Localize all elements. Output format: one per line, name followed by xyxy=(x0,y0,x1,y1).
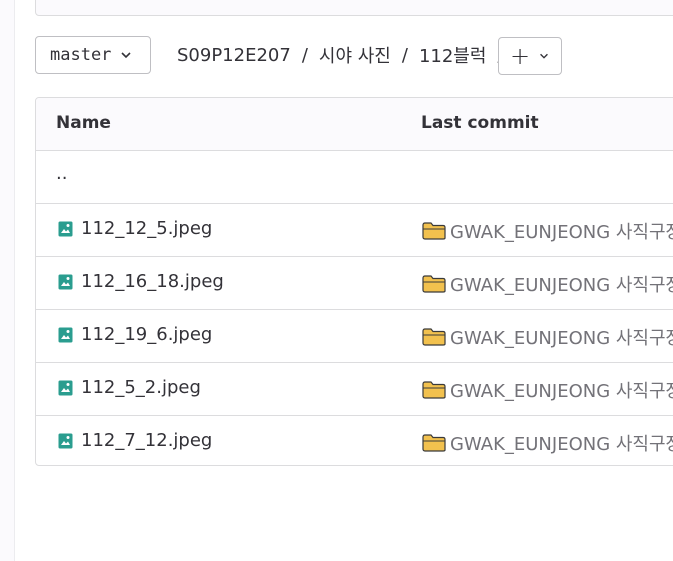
table-row[interactable]: 112_19_6.jpeg GWAK_EUNJEONG 사직구장 xyxy=(36,310,673,363)
column-header-name: Name xyxy=(56,113,111,133)
commit-message-link[interactable]: GWAK_EUNJEONG 사직구장 xyxy=(450,430,673,456)
file-name-link[interactable]: 112_16_18.jpeg xyxy=(81,271,224,292)
folder-icon xyxy=(422,381,446,399)
table-row[interactable]: 112_7_12.jpeg GWAK_EUNJEONG 사직구장 xyxy=(36,416,673,465)
chevron-down-icon xyxy=(540,53,548,59)
file-tree-table: Name Last commit .. 112_12_5.jpeg GWAK_E… xyxy=(35,97,673,466)
breadcrumb-item-subfolder[interactable]: 112블럭 xyxy=(419,42,486,68)
commit-message-link[interactable]: GWAK_EUNJEONG 사직구장 xyxy=(450,324,673,350)
image-file-icon xyxy=(58,274,73,289)
image-file-icon xyxy=(58,433,73,448)
branch-switcher-button[interactable]: master xyxy=(35,36,151,74)
table-row[interactable]: 112_5_2.jpeg GWAK_EUNJEONG 사직구장 xyxy=(36,363,673,416)
breadcrumb: S09P12E207 / 시야 사진 / 112블럭 / xyxy=(177,36,515,74)
left-sidebar-rail xyxy=(0,0,15,561)
chevron-down-icon xyxy=(121,52,131,59)
folder-icon xyxy=(422,275,446,293)
parent-directory-link[interactable]: .. xyxy=(56,163,67,184)
plus-icon: + xyxy=(509,42,531,70)
file-name-link[interactable]: 112_19_6.jpeg xyxy=(81,324,212,345)
column-header-last-commit: Last commit xyxy=(421,113,539,133)
image-file-icon xyxy=(58,327,73,342)
table-row[interactable]: 112_12_5.jpeg GWAK_EUNJEONG 사직구장 xyxy=(36,204,673,257)
branch-label: master xyxy=(50,45,112,65)
file-name-link[interactable]: 112_7_12.jpeg xyxy=(81,430,212,451)
commit-message-link[interactable]: GWAK_EUNJEONG 사직구장 xyxy=(450,377,673,403)
folder-icon xyxy=(422,222,446,240)
breadcrumb-item-project[interactable]: S09P12E207 xyxy=(177,45,291,66)
breadcrumb-separator: / xyxy=(401,44,408,66)
table-header: Name Last commit xyxy=(36,98,673,151)
folder-icon xyxy=(422,434,446,452)
file-name-link[interactable]: 112_5_2.jpeg xyxy=(81,377,201,398)
parent-directory-row[interactable]: .. xyxy=(36,151,673,204)
add-file-dropdown-button[interactable]: + xyxy=(498,37,562,75)
breadcrumb-separator: / xyxy=(301,44,308,66)
file-name-link[interactable]: 112_12_5.jpeg xyxy=(81,218,212,239)
table-row[interactable]: 112_16_18.jpeg GWAK_EUNJEONG 사직구장 xyxy=(36,257,673,310)
folder-icon xyxy=(422,328,446,346)
breadcrumb-item-folder[interactable]: 시야 사진 xyxy=(319,42,391,68)
top-panel-edge xyxy=(35,0,673,16)
image-file-icon xyxy=(58,221,73,236)
image-file-icon xyxy=(58,380,73,395)
commit-message-link[interactable]: GWAK_EUNJEONG 사직구장 xyxy=(450,218,673,244)
repository-toolbar: master S09P12E207 / 시야 사진 / 112블럭 / + xyxy=(35,36,673,76)
commit-message-link[interactable]: GWAK_EUNJEONG 사직구장 xyxy=(450,271,673,297)
